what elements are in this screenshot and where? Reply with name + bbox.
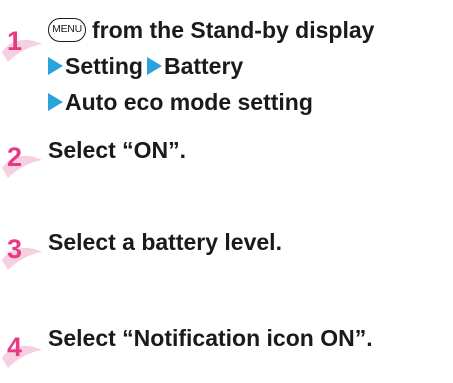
step-1-line-3: Auto eco mode setting (48, 88, 313, 116)
arrow-right-icon (48, 93, 63, 111)
step-4-text: Select “Notification icon ON”. (48, 325, 373, 351)
step-marker: 3 (0, 232, 44, 272)
menu-key-icon: MENU (48, 17, 86, 42)
step-2-text: Select “ON”. (48, 137, 187, 163)
step-number: 2 (7, 142, 23, 172)
step-3-text: Select a battery level. (48, 229, 282, 255)
step-number: 1 (7, 26, 23, 56)
step-number: 4 (7, 332, 23, 362)
step-1-instruction: from the Stand-by display (92, 17, 375, 43)
path-item-battery: Battery (163, 53, 244, 79)
arrow-right-icon (146, 57, 162, 75)
step-marker: 2 (0, 140, 44, 180)
step-1-line-2: Setting Battery (48, 52, 243, 80)
step-marker: 4 (0, 330, 44, 370)
step-number: 3 (7, 234, 23, 264)
step-marker: 1 (0, 24, 44, 64)
step-1-line-1: MENU from the Stand-by display (48, 16, 374, 44)
path-item-auto-eco: Auto eco mode setting (65, 89, 313, 115)
arrow-right-icon (48, 57, 63, 75)
path-item-setting: Setting (65, 53, 143, 79)
